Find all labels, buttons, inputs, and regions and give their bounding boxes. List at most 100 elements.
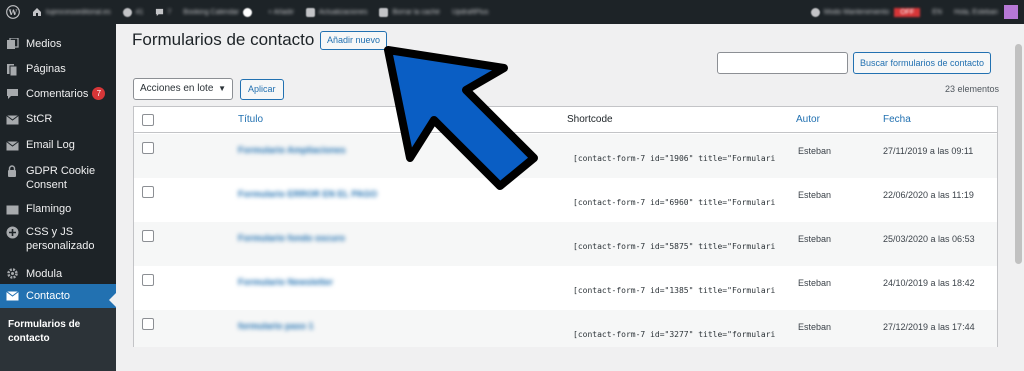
site-name-link[interactable]: tuprocesoeditorial.es bbox=[26, 0, 117, 24]
form-title-link[interactable]: formulario paso 1 bbox=[238, 321, 314, 331]
updraftplus-link[interactable]: UpdraftPlus bbox=[446, 0, 495, 24]
admin-bar: W tuprocesoeditorial.es 41 7 Booking Cal… bbox=[0, 0, 1024, 24]
comment-icon bbox=[155, 8, 164, 17]
updates-count-link[interactable]: 41 bbox=[117, 0, 150, 24]
shortcode-text[interactable]: [contact-form-7 id="1906" title="Formula… bbox=[573, 154, 775, 163]
main-content: Formularios de contacto Añadir nuevo Bus… bbox=[116, 24, 1024, 347]
booking-indicator-icon bbox=[242, 7, 252, 17]
sidebar-item-label: Comentarios 7 bbox=[26, 87, 106, 101]
row-checkbox[interactable] bbox=[142, 274, 154, 286]
sidebar-item-comentarios[interactable]: Comentarios 7 bbox=[0, 83, 116, 107]
comments-count: 7 bbox=[167, 8, 172, 16]
maintenance-icon bbox=[810, 7, 820, 17]
greeting-label: Hola, Esteban bbox=[954, 8, 998, 16]
shortcode-text[interactable]: [contact-form-7 id="5875" title="Formula… bbox=[573, 242, 775, 251]
media-icon bbox=[5, 37, 19, 51]
booking-calendar-link[interactable]: Booking Calendar bbox=[177, 0, 262, 24]
shortcode-text[interactable]: [contact-form-7 id="6960" title="Formula… bbox=[573, 198, 775, 207]
author-link[interactable]: Esteban bbox=[798, 322, 831, 332]
author-link[interactable]: Esteban bbox=[798, 146, 831, 156]
row-checkbox[interactable] bbox=[142, 186, 154, 198]
row-checkbox[interactable] bbox=[142, 318, 154, 330]
search-forms-button[interactable]: Buscar formularios de contacto bbox=[853, 52, 992, 74]
sidebar-item-contacto[interactable]: Contacto bbox=[0, 284, 116, 308]
scrollbar-thumb[interactable] bbox=[1015, 44, 1022, 264]
table-header: Título Shortcode Autor Fecha bbox=[134, 107, 997, 133]
shortcode-text[interactable]: [contact-form-7 id="3277" title="formula… bbox=[573, 330, 775, 339]
sidebar-item-gdpr-cookie-consent[interactable]: GDPR Cookie Consent bbox=[0, 160, 116, 196]
apply-button[interactable]: Aplicar bbox=[240, 79, 284, 100]
select-all-checkbox[interactable] bbox=[142, 114, 154, 126]
gear-icon bbox=[5, 266, 19, 280]
author-link[interactable]: Esteban bbox=[798, 234, 831, 244]
form-title-link[interactable]: Formulario Ampliaciones bbox=[238, 145, 346, 155]
plus-icon bbox=[5, 225, 19, 239]
language-label: EN bbox=[932, 8, 943, 16]
table-row: Formulario Newsletter [contact-form-7 id… bbox=[134, 266, 997, 310]
date-text: 27/12/2019 a las 17:44 bbox=[883, 322, 975, 332]
author-link[interactable]: Esteban bbox=[798, 278, 831, 288]
shield-icon bbox=[5, 164, 19, 178]
forms-table: Título Shortcode Autor Fecha Formulario … bbox=[133, 106, 998, 347]
form-title-link[interactable]: Formulario fondo oscuro bbox=[238, 233, 345, 243]
submenu-item-formularios[interactable]: Formularios de contacto bbox=[8, 318, 108, 346]
table-row: Formulario Ampliaciones [contact-form-7 … bbox=[134, 134, 997, 178]
column-shortcode-header: Shortcode bbox=[567, 114, 613, 125]
mail-icon bbox=[5, 289, 19, 303]
mail-icon bbox=[5, 139, 19, 153]
sidebar-item-label: Modula bbox=[26, 268, 63, 280]
row-checkbox[interactable] bbox=[142, 142, 154, 154]
sidebar-item-label: Contacto bbox=[26, 290, 71, 302]
sidebar-item-paginas[interactable]: Páginas bbox=[0, 58, 116, 82]
wordpress-logo-icon[interactable]: W bbox=[0, 0, 26, 24]
sidebar-item-label: CSS y JS personalizado bbox=[26, 226, 95, 252]
clear-cache-label: Borrar la caché bbox=[392, 8, 440, 16]
column-author-header[interactable]: Autor bbox=[796, 114, 820, 125]
table-row: Formulario ERROR EN EL PAGO [contact-for… bbox=[134, 178, 997, 222]
date-text: 24/10/2019 a las 18:42 bbox=[883, 278, 975, 288]
table-row: formulario paso 1 [contact-form-7 id="32… bbox=[134, 310, 997, 347]
author-link[interactable]: Esteban bbox=[798, 190, 831, 200]
column-title-header[interactable]: Título bbox=[238, 114, 263, 125]
clear-cache-link[interactable]: Borrar la caché bbox=[373, 0, 445, 24]
column-date-header[interactable]: Fecha bbox=[883, 114, 911, 125]
page-scrollbar[interactable] bbox=[1013, 24, 1024, 347]
sidebar-item-medios[interactable]: Medios bbox=[0, 32, 116, 56]
maintenance-label: Modo Mantenimiento bbox=[823, 8, 890, 16]
comentarios-label: Comentarios bbox=[26, 88, 89, 100]
language-switch[interactable]: EN bbox=[926, 0, 948, 24]
search-input[interactable] bbox=[717, 52, 848, 74]
updates-label: Actualizaciones bbox=[318, 8, 368, 16]
cache-icon bbox=[379, 7, 389, 17]
sidebar-item-modula[interactable]: Modula bbox=[0, 262, 116, 286]
pages-icon bbox=[5, 62, 19, 76]
sidebar-submenu: Formularios de contacto bbox=[0, 308, 116, 371]
comments-link[interactable]: 7 bbox=[149, 0, 177, 24]
row-checkbox[interactable] bbox=[142, 230, 154, 242]
avatar bbox=[1004, 5, 1018, 19]
site-name: tuprocesoeditorial.es bbox=[46, 8, 111, 16]
sidebar-item-flamingo[interactable]: Flamingo bbox=[0, 198, 116, 222]
updates-link[interactable]: Actualizaciones bbox=[300, 0, 374, 24]
sidebar-item-email-log[interactable]: Email Log bbox=[0, 134, 116, 158]
admin-sidebar: Medios Páginas Comentarios 7 StCR Email L… bbox=[0, 24, 116, 371]
updraftplus-label: UpdraftPlus bbox=[451, 8, 489, 16]
sidebar-item-label: GDPR Cookie Consent bbox=[26, 165, 96, 191]
sidebar-item-label: StCR bbox=[26, 113, 53, 125]
maintenance-mode-link[interactable]: Modo Mantenimiento OFF bbox=[805, 0, 926, 24]
mail-icon bbox=[5, 113, 19, 127]
sidebar-item-label: Flamingo bbox=[26, 203, 72, 215]
form-title-link[interactable]: Formulario ERROR EN EL PAGO bbox=[238, 189, 377, 199]
sidebar-item-stcr[interactable]: StCR bbox=[0, 108, 116, 132]
comments-badge: 7 bbox=[92, 87, 106, 100]
form-title-link[interactable]: Formulario Newsletter bbox=[238, 277, 333, 287]
comments-icon bbox=[5, 87, 19, 101]
account-menu[interactable]: Hola, Esteban bbox=[948, 0, 1024, 24]
bulk-actions-select[interactable]: Acciones en lote ▼ bbox=[133, 78, 233, 100]
svg-text:W: W bbox=[8, 8, 18, 17]
shortcode-text[interactable]: [contact-form-7 id="1385" title="Formula… bbox=[573, 286, 775, 295]
new-content-link[interactable]: + Añadir bbox=[262, 0, 300, 24]
updates-count: 41 bbox=[135, 8, 144, 16]
chevron-down-icon: ▼ bbox=[218, 84, 226, 93]
sidebar-item-css-js[interactable]: CSS y JS personalizado bbox=[0, 223, 116, 259]
